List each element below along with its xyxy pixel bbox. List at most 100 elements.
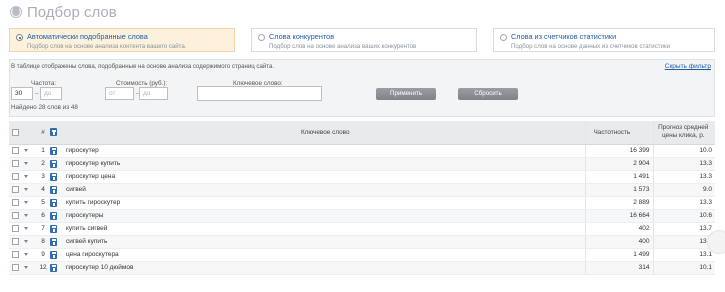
header-keyword[interactable]: Ключевое слово: [64, 121, 585, 145]
cost-to-input[interactable]: до: [139, 87, 168, 100]
row-frequency: 1 573: [584, 183, 653, 197]
row-number: 7: [36, 222, 50, 236]
header-frequency[interactable]: Частотность: [584, 121, 653, 145]
chevron-down-icon[interactable]: [24, 200, 28, 204]
row-icon-cell[interactable]: [50, 196, 64, 210]
reset-button[interactable]: Сбросить: [458, 88, 518, 100]
row-menu-cell[interactable]: [22, 209, 36, 223]
keyword-input[interactable]: [197, 86, 322, 101]
range-dash: –: [35, 90, 39, 97]
keyword-icon[interactable]: [50, 198, 57, 207]
frequency-from-input[interactable]: 30: [11, 87, 33, 100]
row-checkbox[interactable]: [12, 198, 19, 206]
table-row: 1 гироскутер 16 399 10.0: [9, 144, 715, 158]
keyword-icon[interactable]: [50, 159, 57, 168]
keyword-icon[interactable]: [50, 263, 57, 272]
keyword-icon[interactable]: [50, 211, 57, 220]
row-menu-cell[interactable]: [22, 157, 36, 171]
row-frequency: 1 491: [584, 170, 653, 184]
radio-auto-words[interactable]: [16, 34, 23, 41]
chevron-down-icon[interactable]: [24, 213, 28, 217]
radio-statistics-words[interactable]: [500, 34, 507, 41]
row-checkbox[interactable]: [12, 211, 19, 219]
row-menu-cell[interactable]: [22, 235, 36, 249]
row-icon-cell[interactable]: [50, 170, 64, 184]
keyword-icon[interactable]: [50, 250, 57, 259]
row-checkbox[interactable]: [12, 237, 19, 245]
row-checkbox-cell[interactable]: [9, 222, 22, 236]
header-number: #: [36, 121, 50, 145]
row-checkbox[interactable]: [12, 224, 19, 232]
row-checkbox-cell[interactable]: [9, 157, 22, 171]
row-checkbox[interactable]: [12, 185, 19, 193]
cost-label: Стоимость (руб.):: [116, 80, 168, 87]
header-price-line1: Прогноз средней: [658, 124, 709, 132]
side-scroll-button[interactable]: [707, 230, 725, 254]
select-all-checkbox-cell[interactable]: [9, 121, 22, 145]
header-price[interactable]: Прогноз средней цены клика, р.: [652, 121, 715, 145]
page-title: Подбор слов: [27, 3, 117, 21]
row-checkbox-cell[interactable]: [9, 209, 22, 223]
row-number: 12: [36, 261, 50, 275]
row-icon-cell[interactable]: [50, 261, 64, 275]
row-icon-cell[interactable]: [50, 222, 64, 236]
refresh-icon: [10, 6, 22, 18]
cost-from-input[interactable]: от: [105, 87, 134, 100]
chevron-down-icon[interactable]: [24, 239, 28, 243]
row-checkbox-cell[interactable]: [9, 183, 22, 197]
chevron-down-icon[interactable]: [24, 187, 28, 191]
row-menu-cell[interactable]: [22, 183, 36, 197]
row-icon-cell[interactable]: [50, 235, 64, 249]
row-checkbox-cell[interactable]: [9, 196, 22, 210]
row-checkbox-cell[interactable]: [9, 261, 22, 275]
select-all-checkbox[interactable]: [12, 128, 19, 136]
row-menu-cell[interactable]: [22, 144, 36, 158]
row-checkbox[interactable]: [12, 146, 19, 154]
row-icon-cell[interactable]: [50, 144, 64, 158]
row-icon-cell[interactable]: [50, 209, 64, 223]
row-checkbox[interactable]: [12, 250, 19, 258]
row-menu-cell[interactable]: [22, 222, 36, 236]
row-checkbox[interactable]: [12, 159, 19, 167]
row-menu-cell[interactable]: [22, 196, 36, 210]
chevron-down-icon[interactable]: [24, 252, 28, 256]
frequency-to-input[interactable]: до: [40, 87, 62, 100]
keyword-icon[interactable]: [50, 172, 57, 181]
row-checkbox[interactable]: [12, 172, 19, 180]
row-keyword: купить сигвей: [64, 222, 585, 236]
row-number: 2: [36, 157, 50, 171]
tab-auto-words[interactable]: Автоматически подобранные слова Подбор с…: [9, 28, 235, 52]
radio-competitor-words[interactable]: [258, 34, 265, 41]
tab-statistics-words[interactable]: Слова из счетчиков статистики Подбор сло…: [493, 28, 715, 52]
hide-filter-link[interactable]: Скрыть фильтр: [665, 63, 711, 70]
chevron-down-icon[interactable]: [24, 226, 28, 230]
row-icon-cell[interactable]: [50, 183, 64, 197]
row-checkbox-cell[interactable]: [9, 144, 22, 158]
table-row: 3 гироскутер цена 1 491 13.3: [9, 170, 715, 184]
row-frequency: 314: [584, 261, 653, 275]
row-keyword: гироскутеры: [64, 209, 585, 223]
row-checkbox-cell[interactable]: [9, 235, 22, 249]
chevron-down-icon[interactable]: [24, 148, 28, 152]
keyword-icon[interactable]: [50, 185, 57, 194]
keyword-icon[interactable]: [50, 237, 57, 246]
row-menu-cell[interactable]: [22, 261, 36, 275]
tab-description: Подбор слов на основе анализа контента в…: [27, 43, 187, 50]
chevron-down-icon[interactable]: [24, 174, 28, 178]
row-icon-cell[interactable]: [50, 157, 64, 171]
tab-competitor-words[interactable]: Слова конкурентов Подбор слов на основе …: [251, 28, 477, 52]
chevron-down-icon[interactable]: [24, 161, 28, 165]
row-menu-cell[interactable]: [22, 170, 36, 184]
keyword-icon[interactable]: [50, 224, 57, 233]
row-icon-cell[interactable]: [50, 248, 64, 262]
row-checkbox-cell[interactable]: [9, 170, 22, 184]
row-menu-cell[interactable]: [22, 248, 36, 262]
row-keyword: гироскутер купить: [64, 157, 585, 171]
apply-button[interactable]: Применить: [376, 88, 436, 100]
chevron-down-icon[interactable]: [24, 265, 28, 269]
row-checkbox[interactable]: [12, 263, 19, 271]
row-frequency: 2 904: [584, 157, 653, 171]
keyword-icon[interactable]: [50, 146, 57, 155]
table-row: 5 купить гироскутер 2 889 13.3: [9, 196, 715, 210]
row-checkbox-cell[interactable]: [9, 248, 22, 262]
